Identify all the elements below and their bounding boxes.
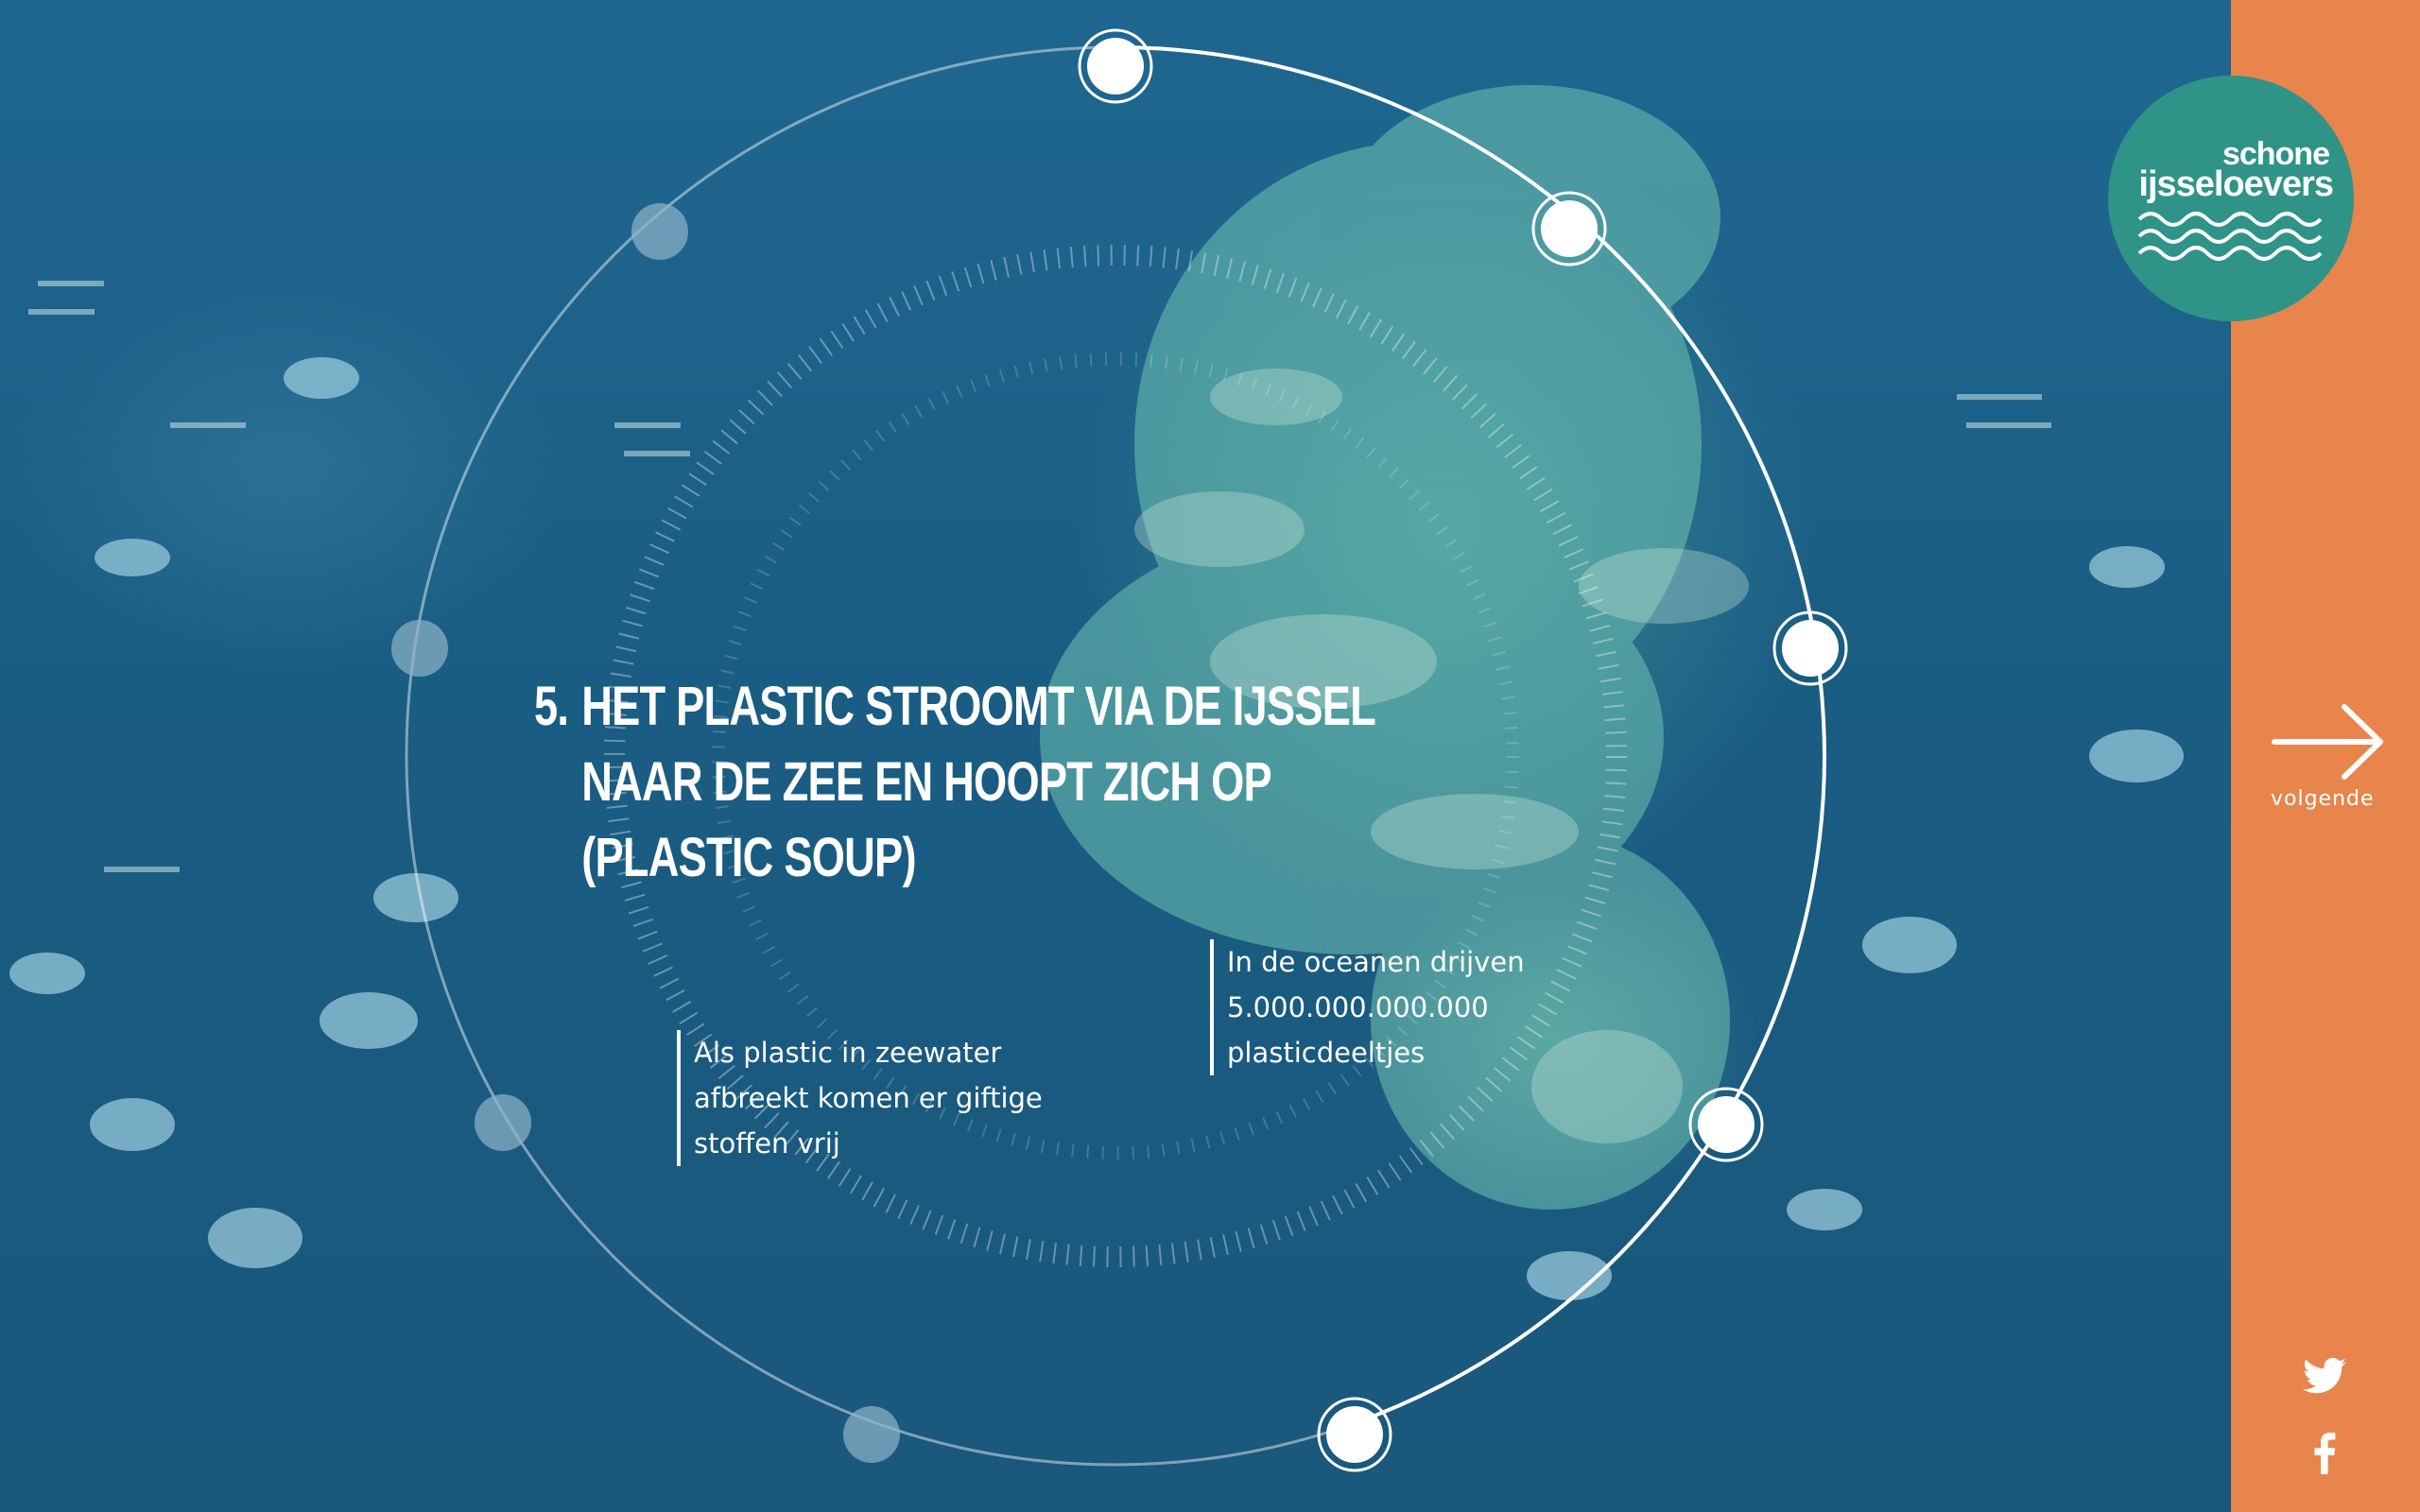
timeline-step-8[interactable] [391,620,448,677]
timeline-step-4[interactable] [1688,1087,1764,1162]
timeline-step-6[interactable] [843,1406,900,1463]
twitter-icon[interactable] [2303,1357,2346,1395]
timeline-step-7[interactable] [475,1094,531,1151]
next-arrow-icon[interactable] [2269,699,2392,784]
next-label[interactable]: volgende [2271,787,2375,811]
timeline-step-2[interactable] [1531,191,1607,266]
fact-toxic-substances: Als plastic in zeewater afbreekt komen e… [677,1030,1091,1166]
logo[interactable]: schone ijsseloevers [2108,76,2354,321]
timeline-step-3[interactable] [1772,610,1848,686]
slide-stage: 5. HET PLASTIC STROOMT VIA DE IJSSEL NAA… [0,0,2231,1512]
slide-title-text: HET PLASTIC STROOMT VIA DE IJSSEL NAAR D… [581,676,1375,888]
fact-plastic-particles: In de oceanen drijven 5.000.000.000.000 … [1210,939,1567,1075]
facebook-icon[interactable] [2312,1433,2337,1474]
timeline-step-5[interactable] [1317,1397,1392,1472]
timeline-step-9[interactable] [631,203,688,260]
slide-title: 5. HET PLASTIC STROOMT VIA DE IJSSEL NAA… [534,669,1434,896]
timeline-step-1[interactable] [1078,28,1153,104]
slide-number: 5. [534,676,569,737]
waves-icon [2137,212,2323,261]
logo-line-2: ijsseloevers [2138,164,2334,204]
